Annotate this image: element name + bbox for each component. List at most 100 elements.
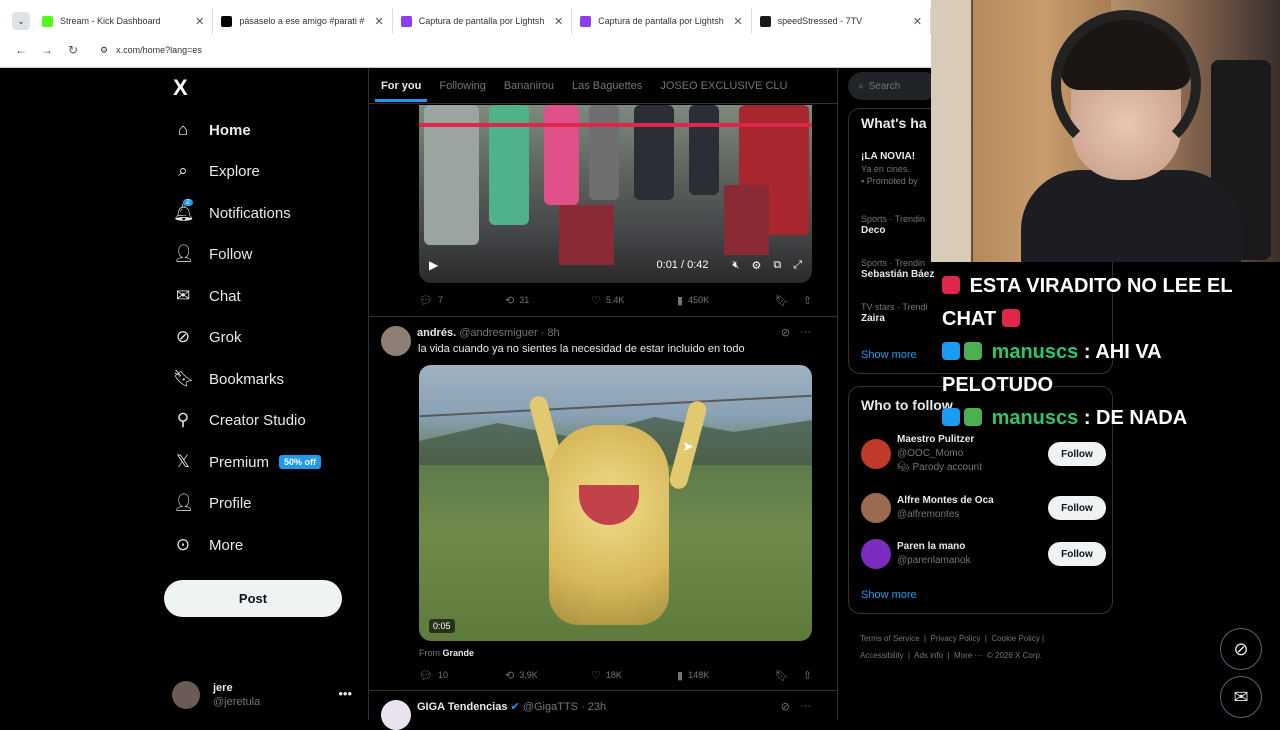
trend-item[interactable]: ¡LA NOVIA! Ya en cines. ▪ Promoted by — [861, 151, 918, 187]
main-feed: For you Following Bananirou Las Baguette… — [368, 68, 838, 730]
tab-joseo[interactable]: JOSEO EXCLUSIVE CLU — [654, 80, 793, 92]
tab-search-button[interactable]: ⌄ — [12, 12, 30, 30]
reply-button[interactable]: 💬︎ 10 — [419, 669, 505, 682]
follow-suggestion[interactable]: Maestro Pulitzer @OOC_Momo 🎭︎ Parody acc… — [861, 429, 1106, 479]
bookmark-icon[interactable]: 🔖︎ — [775, 294, 789, 307]
forward-icon[interactable]: → — [34, 43, 60, 57]
follow-suggestion[interactable]: Alfre Montes de Oca @alfremontes Follow — [861, 488, 1106, 528]
views-button[interactable]: ▮ 148K — [677, 669, 763, 682]
author-name[interactable]: andrés. — [417, 327, 456, 339]
stream-chat-overlay: ESTA VIRADITO NO LEE EL CHAT manuscs : A… — [942, 270, 1262, 435]
close-tab-icon[interactable]: ✕ — [913, 15, 922, 28]
who-to-follow-title: Who to follow — [861, 397, 953, 413]
close-tab-icon[interactable]: ✕ — [554, 15, 563, 28]
profile-icon: 👤︎ — [173, 493, 195, 512]
reply-icon: 💬︎ — [419, 294, 433, 307]
views-button[interactable]: ▮ 450K — [677, 294, 763, 307]
browser-tab[interactable]: Captura de pantalla por Lightsh ✕ — [572, 8, 752, 34]
browser-tab[interactable]: Stream - Kick Dashboard ✕ — [33, 8, 214, 34]
grok-icon[interactable]: ⊘ — [781, 326, 790, 339]
address-bar[interactable]: ⚙ x.com/home?lang=es — [100, 45, 202, 56]
author-name[interactable]: GIGA Tendencias — [417, 701, 507, 713]
fullscreen-icon[interactable]: ⤢ — [793, 259, 802, 272]
more-dots-icon[interactable]: ··· — [800, 326, 811, 339]
trend-item[interactable]: Sports · Trendin Deco — [861, 213, 925, 237]
post-time[interactable]: · 8h — [541, 327, 560, 339]
more-dots-icon[interactable]: ··· — [800, 700, 811, 713]
post-time[interactable]: · 23h — [581, 701, 606, 713]
like-button[interactable]: ♡ 5.4K — [591, 294, 677, 307]
bookmark-icon[interactable]: 🔖︎ — [775, 669, 789, 682]
nav-chat[interactable]: ✉ Chat — [173, 282, 373, 310]
grok-float-button[interactable]: ⊘ — [1220, 628, 1262, 670]
post-button[interactable]: Post — [164, 580, 342, 617]
nav-more[interactable]: ⊙ More — [173, 531, 373, 559]
follow-button[interactable]: Follow — [1048, 496, 1106, 520]
nav-follow[interactable]: 👤︎ Follow — [173, 240, 373, 268]
post-actions: 💬︎ 10 ⟲ 3.9K ♡ 18K ▮ 148K 🔖︎ ⇧ — [419, 667, 812, 683]
nav-notifications[interactable]: 🔔︎ 2 Notifications — [173, 199, 373, 227]
repost-button[interactable]: ⟲ 3.9K — [505, 669, 591, 682]
follow-suggestion[interactable]: Paren la mano @parenlamanok Follow — [861, 534, 1106, 574]
close-tab-icon[interactable]: ✕ — [375, 15, 384, 28]
video-source-name[interactable]: Grande — [443, 648, 475, 658]
trend-item[interactable]: TV stars · Trendi Zaira — [861, 301, 928, 325]
follow-button[interactable]: Follow — [1048, 542, 1106, 566]
show-more-link[interactable]: Show more — [861, 589, 917, 601]
tab-following[interactable]: Following — [433, 80, 491, 92]
nav-bookmarks[interactable]: 🔖︎ Bookmarks — [173, 365, 373, 393]
nav-premium[interactable]: 𝕏 Premium 50% off — [173, 448, 373, 476]
search-input[interactable]: ⌕ Search — [848, 72, 938, 100]
nav-home[interactable]: ⌂ Home — [173, 116, 373, 144]
author-handle[interactable]: @andresmiguer — [459, 327, 537, 339]
reload-icon[interactable]: ↻ — [60, 43, 86, 57]
nav-profile[interactable]: 👤︎ Profile — [173, 489, 373, 517]
author-handle[interactable]: @GigaTTS — [523, 701, 578, 713]
tab-bananirou[interactable]: Bananirou — [498, 80, 560, 92]
x-logo[interactable]: X — [173, 75, 188, 101]
show-more-link[interactable]: Show more — [861, 349, 917, 361]
nav-grok[interactable]: ⊘ Grok — [173, 323, 373, 351]
siren-emote-icon — [1001, 309, 1020, 327]
tab-las-baguettes[interactable]: Las Baguettes — [566, 80, 648, 92]
avatar — [861, 493, 891, 523]
messages-float-button[interactable]: ✉ — [1220, 676, 1262, 718]
site-info-icon[interactable]: ⚙ — [100, 45, 108, 56]
reply-button[interactable]: 💬︎ 7 — [419, 294, 505, 307]
chat-message: manuscs : DE NADA — [942, 402, 1262, 435]
grok-icon[interactable]: ⊘ — [781, 700, 790, 713]
browser-tab[interactable]: pásaselo a ese amigo #parati # ✕ — [213, 8, 393, 34]
post-video[interactable]: ▶ 0:01 / 0:42 🔇︎ ⚙ ⧉ ⤢ — [419, 105, 812, 283]
trend-item[interactable]: Sports · Trendin Sebastián Báez — [861, 257, 934, 281]
mute-icon[interactable]: 🔇︎ — [733, 259, 740, 272]
account-info: jere @jeretula — [213, 681, 260, 709]
close-tab-icon[interactable]: ✕ — [733, 15, 742, 28]
avatar[interactable] — [381, 700, 411, 730]
follow-button[interactable]: Follow — [1048, 442, 1106, 466]
search-icon: ⌕ — [178, 161, 188, 180]
browser-chrome: ⌄ Stream - Kick Dashboard ✕ pásaselo a e… — [0, 0, 931, 68]
red-box — [724, 185, 769, 255]
share-icon[interactable]: ⇧ — [803, 294, 812, 307]
pip-icon[interactable]: ⧉ — [773, 259, 781, 272]
avatar — [172, 681, 200, 709]
post-video[interactable]: 0:05 — [419, 365, 812, 641]
settings-icon[interactable]: ⚙ — [751, 259, 761, 272]
like-button[interactable]: ♡ 18K — [591, 669, 677, 682]
avatar[interactable] — [381, 326, 411, 356]
close-tab-icon[interactable]: ✕ — [195, 15, 204, 28]
heart-icon: ♡ — [591, 669, 601, 682]
share-icon[interactable]: ⇧ — [803, 669, 812, 682]
account-switcher[interactable]: jere @jeretula ••• — [172, 678, 362, 712]
browser-tab[interactable]: speedStressed - 7TV ✕ — [752, 8, 931, 34]
repost-button[interactable]: ⟲ 31 — [505, 294, 591, 307]
play-icon[interactable]: ▶ — [429, 258, 438, 272]
tab-for-you[interactable]: For you — [375, 70, 428, 102]
back-icon[interactable]: ← — [8, 43, 34, 57]
search-icon: ⌕ — [858, 80, 864, 92]
nav-creator-studio[interactable]: ⚲ Creator Studio — [173, 406, 373, 434]
browser-tab[interactable]: Captura de pantalla por Lightsh ✕ — [393, 8, 573, 34]
nav-explore[interactable]: ⌕ Explore — [173, 157, 373, 185]
more-dots-icon[interactable]: ••• — [338, 686, 352, 701]
post-header-actions: ⊘ ··· — [781, 326, 811, 339]
